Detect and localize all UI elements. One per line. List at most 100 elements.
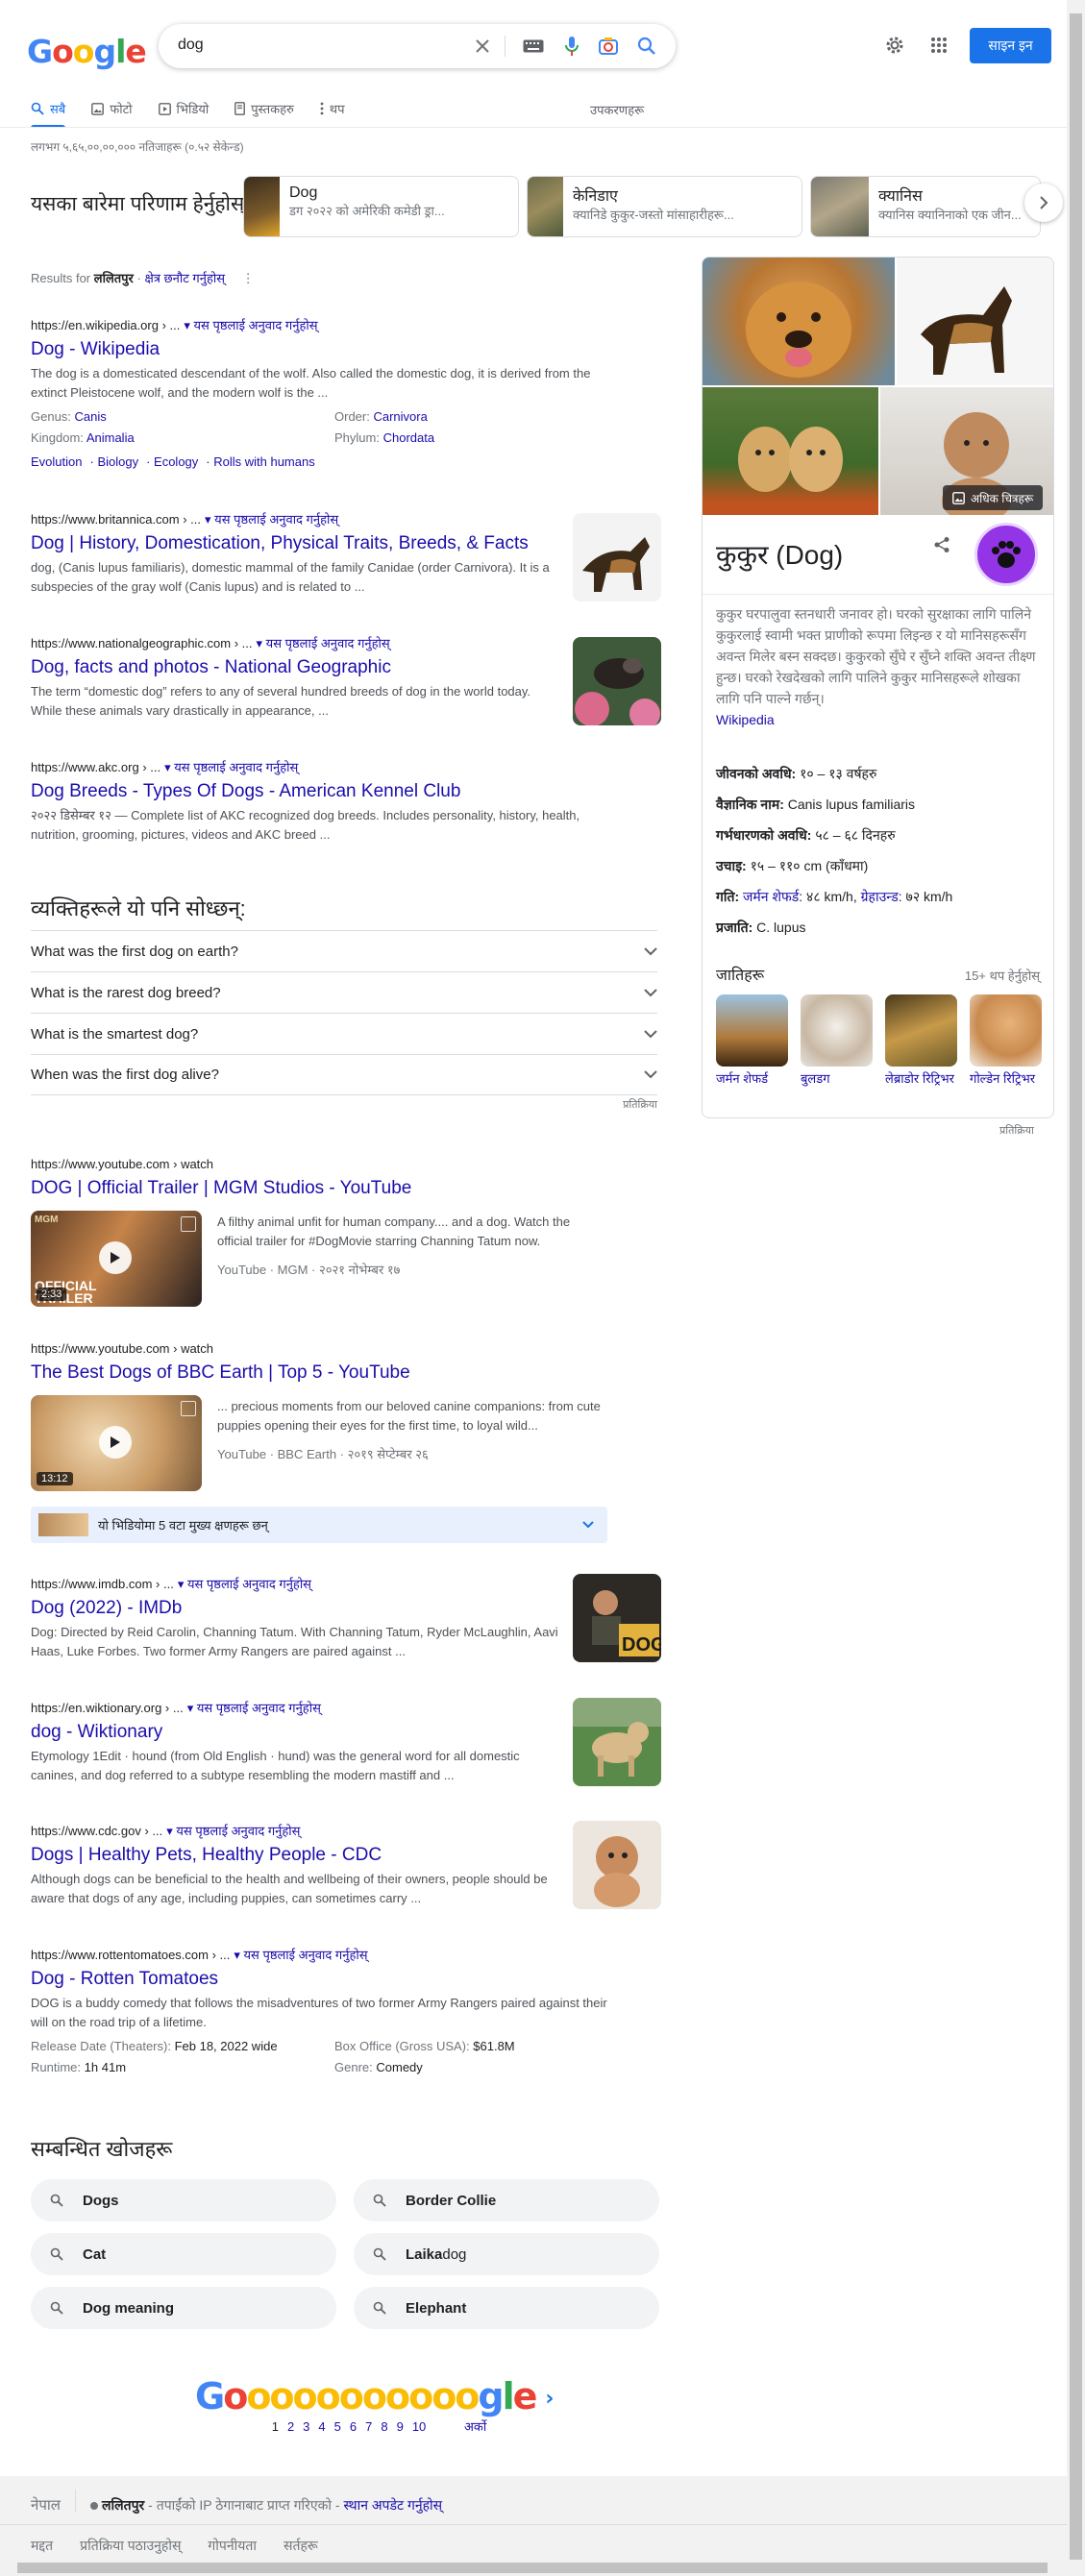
german-shepherd-link[interactable]: जर्मन शेफर्ड — [743, 889, 799, 904]
result-title-link[interactable]: Dog - Wikipedia — [31, 337, 661, 362]
kp-image[interactable] — [703, 258, 895, 385]
about-chip-dog[interactable]: Dog डग २०२२ को अमेरिकी कमेडी ड्रा... — [243, 176, 519, 237]
keyboard-icon[interactable] — [522, 35, 545, 58]
breeds-more-link[interactable]: 15+ थप हेर्नुहोस् — [965, 967, 1040, 984]
clear-icon[interactable] — [471, 35, 494, 58]
tab-more[interactable]: थप — [320, 92, 345, 125]
footer-feedback-link[interactable]: प्रतिक्रिया पठाउनुहोस् — [80, 2537, 181, 2555]
fact-value-link[interactable]: Chordata — [383, 430, 434, 445]
breed-item[interactable]: बुलडग — [801, 994, 873, 1087]
result-title-link[interactable]: The Best Dogs of BBC Earth | Top 5 - You… — [31, 1361, 661, 1386]
chips-next-button[interactable] — [1024, 184, 1063, 222]
video-thumbnail[interactable]: MGM OFFICIAL TRAILER 2:33 — [31, 1211, 202, 1307]
horizontal-scrollbar-thumb[interactable] — [17, 2563, 1048, 2573]
page-number-link[interactable]: 8 — [381, 2419, 387, 2434]
result-thumbnail[interactable] — [573, 1698, 661, 1786]
related-search-chip[interactable]: Dogs — [31, 2179, 336, 2221]
result-thumbnail[interactable] — [573, 637, 661, 725]
fact-value-link[interactable]: Canis — [75, 409, 107, 424]
result-thumbnail[interactable]: DOG — [573, 1574, 661, 1662]
sitelink-evolution[interactable]: Evolution — [31, 454, 82, 469]
translate-link[interactable]: ▾ यस पृष्ठलाई अनुवाद गर्नुहोस् — [205, 512, 338, 527]
about-chip-canidae[interactable]: केनिडाए क्यानिडे कुकुर-जस्तो मांसाहारीहरू… — [527, 176, 802, 237]
paa-question[interactable]: What was the first dog on earth? — [31, 930, 657, 971]
result-title-link[interactable]: Dog Breeds - Types Of Dogs - American Ke… — [31, 779, 661, 804]
about-chip-canis[interactable]: क्यानिस क्यानिस क्यानिनाको एक जीन... — [810, 176, 1041, 237]
result-thumbnail[interactable] — [573, 1821, 661, 1909]
page-number-link[interactable]: 4 — [318, 2419, 325, 2434]
sitelink-biology[interactable]: Biology — [97, 454, 138, 469]
result-title-link[interactable]: Dog (2022) - IMDb — [31, 1596, 661, 1621]
page-number-link[interactable]: 7 — [365, 2419, 372, 2434]
breed-item[interactable]: गोल्डेन रिट्रिभर — [970, 994, 1042, 1087]
horizontal-scrollbar[interactable] — [0, 2560, 1067, 2576]
translate-link[interactable]: ▾ यस पृष्ठलाई अनुवाद गर्नुहोस् — [187, 1701, 321, 1715]
breed-item[interactable]: लेब्राडोर रिट्रिभर — [885, 994, 957, 1087]
result-title-link[interactable]: Dog, facts and photos - National Geograp… — [31, 655, 661, 680]
vertical-scrollbar-thumb[interactable] — [1070, 13, 1082, 2560]
next-page-link[interactable]: अर्को — [464, 2417, 486, 2435]
translate-link[interactable]: ▾ यस पृष्ठलाई अनुवाद गर्नुहोस् — [164, 760, 298, 774]
video-thumbnail[interactable]: 13:12 — [31, 1395, 202, 1491]
related-search-chip[interactable]: Elephant — [354, 2287, 659, 2329]
kp-feedback-link[interactable]: प्रतिक्रिया — [999, 1123, 1034, 1138]
wikipedia-link[interactable]: Wikipedia — [716, 712, 775, 727]
result-title-link[interactable]: Dog | History, Domestication, Physical T… — [31, 531, 569, 556]
translate-link[interactable]: ▾ यस पृष्ठलाई अनुवाद गर्नुहोस् — [178, 1577, 311, 1591]
page-number-link[interactable]: 3 — [303, 2419, 309, 2434]
result-title-link[interactable]: Dogs | Healthy Pets, Healthy People - CD… — [31, 1843, 661, 1868]
more-options-icon[interactable]: ⋮ — [242, 271, 255, 285]
result-title-link[interactable]: dog - Wiktionary — [31, 1720, 661, 1745]
result-title-link[interactable]: DOG | Official Trailer | MGM Studios - Y… — [31, 1176, 661, 1201]
footer-help-link[interactable]: मद्दत — [31, 2537, 53, 2555]
camera-icon[interactable] — [597, 35, 620, 58]
kp-image[interactable] — [897, 258, 1053, 385]
related-search-chip[interactable]: Border Collie — [354, 2179, 659, 2221]
search-input[interactable] — [178, 37, 466, 54]
tab-videos[interactable]: भिडियो — [158, 92, 209, 125]
fact-value-link[interactable]: Animalia — [86, 430, 135, 445]
key-moments-bar[interactable]: यो भिडियोमा 5 वटा मुख्य क्षणहरू छन् — [31, 1507, 607, 1543]
greyhound-link[interactable]: ग्रेहाउन्ड — [861, 889, 899, 904]
related-search-chip[interactable]: Dog meaning — [31, 2287, 336, 2329]
page-number-link[interactable]: 2 — [287, 2419, 294, 2434]
paa-question[interactable]: When was the first dog alive? — [31, 1054, 657, 1095]
search-box[interactable] — [159, 24, 676, 68]
translate-link[interactable]: ▾ यस पृष्ठलाई अनुवाद गर्नुहोस् — [166, 1824, 300, 1838]
page-number-link[interactable]: 5 — [334, 2419, 341, 2434]
chevron-right-icon[interactable]: › — [545, 2387, 554, 2411]
breed-item[interactable]: जर्मन शेफर्ड — [716, 994, 788, 1087]
tab-books[interactable]: पुस्तकहरु — [234, 92, 294, 125]
sitelink-rolls[interactable]: Rolls with humans — [213, 454, 315, 469]
more-images-button[interactable]: अधिक चित्रहरू — [943, 485, 1044, 510]
result-thumbnail[interactable] — [573, 513, 661, 601]
settings-gear-icon[interactable] — [882, 33, 907, 58]
footer-privacy-link[interactable]: गोपनीयता — [208, 2537, 257, 2555]
related-search-chip[interactable]: Cat — [31, 2233, 336, 2275]
page-number-link[interactable]: 6 — [350, 2419, 357, 2434]
kp-image[interactable] — [703, 387, 878, 515]
apps-grid-icon[interactable] — [926, 33, 951, 58]
share-icon[interactable] — [933, 536, 950, 558]
footer-terms-link[interactable]: सर्तहरू — [284, 2537, 318, 2555]
sitelink-ecology[interactable]: Ecology — [154, 454, 198, 469]
paa-question[interactable]: What is the smartest dog? — [31, 1013, 657, 1054]
microphone-icon[interactable] — [560, 35, 583, 58]
translate-link[interactable]: ▾ यस पृष्ठलाई अनुवाद गर्नुहोस् — [257, 636, 390, 650]
tools-button[interactable]: उपकरणहरू — [590, 101, 644, 118]
change-region-link[interactable]: क्षेत्र छनौट गर्नुहोस् — [144, 271, 225, 285]
result-title-link[interactable]: Dog - Rotten Tomatoes — [31, 1967, 661, 1992]
related-search-chip[interactable]: Laika dog — [354, 2233, 659, 2275]
translate-link[interactable]: ▾ यस पृष्ठलाई अनुवाद गर्नुहोस् — [234, 1948, 367, 1962]
feedback-link[interactable]: प्रतिक्रिया — [31, 1097, 657, 1112]
fact-value-link[interactable]: Carnivora — [373, 409, 427, 424]
page-number-link[interactable]: 10 — [412, 2419, 426, 2434]
sign-in-button[interactable]: साइन इन — [970, 28, 1051, 63]
page-number-link[interactable]: 9 — [397, 2419, 404, 2434]
paa-question[interactable]: What is the rarest dog breed? — [31, 971, 657, 1013]
tab-images[interactable]: फोटो — [91, 92, 133, 125]
translate-link[interactable]: ▾ यस पृष्ठलाई अनुवाद गर्नुहोस् — [184, 318, 317, 332]
update-location-link[interactable]: स्थान अपडेट गर्नुहोस् — [343, 2497, 442, 2513]
google-logo[interactable]: Google — [27, 33, 147, 70]
search-icon[interactable] — [635, 35, 658, 58]
